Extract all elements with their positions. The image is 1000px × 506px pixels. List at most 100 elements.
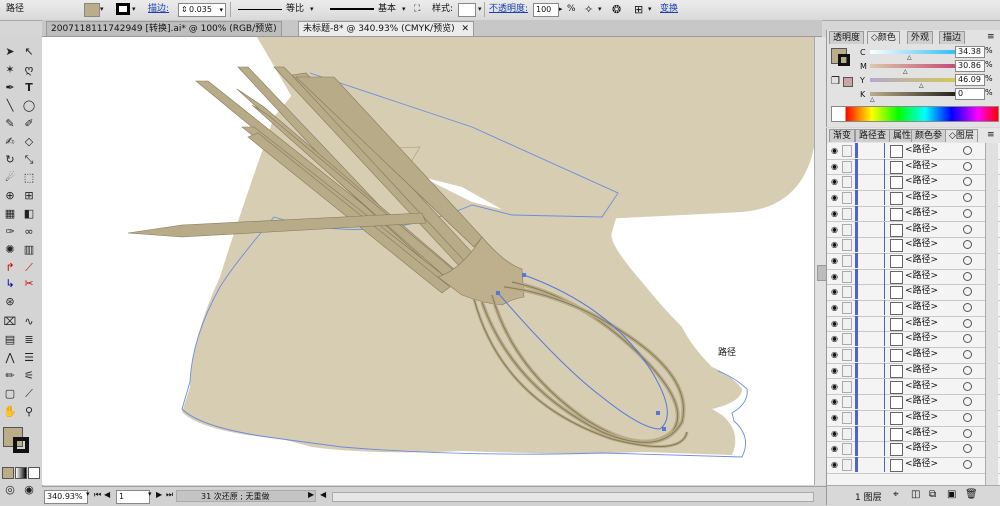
layer-row[interactable]: ◉ <路径> bbox=[827, 221, 1000, 239]
eye-icon[interactable]: ◉ bbox=[831, 366, 838, 375]
magic-wand-tool-icon[interactable]: ✶ bbox=[2, 63, 18, 77]
target-circle-icon[interactable] bbox=[963, 224, 972, 234]
perspective-grid-tool-icon[interactable]: ⊞ bbox=[21, 189, 37, 203]
black-value[interactable]: 0 bbox=[955, 88, 985, 100]
eye-icon[interactable]: ◉ bbox=[831, 319, 838, 328]
selection-tool-icon[interactable]: ➤ bbox=[2, 45, 18, 59]
slider-thumb-icon[interactable]: △ bbox=[919, 82, 924, 89]
lock-toggle[interactable] bbox=[842, 427, 852, 440]
tab-transparency[interactable]: 透明度 bbox=[829, 31, 865, 44]
tab-color[interactable]: ◇颜色 bbox=[867, 31, 900, 44]
eye-icon[interactable]: ◉ bbox=[831, 287, 838, 296]
stepper-icon[interactable]: ⇕ bbox=[181, 4, 188, 16]
anchor-point[interactable] bbox=[656, 411, 660, 415]
style-swatch[interactable] bbox=[458, 3, 476, 17]
layer-row[interactable]: ◉ <路径> bbox=[827, 252, 1000, 270]
target-circle-icon[interactable] bbox=[963, 146, 972, 155]
recolor-icon[interactable]: ✧ bbox=[584, 2, 593, 17]
first-page-icon[interactable]: ⏮ bbox=[94, 490, 101, 500]
target-circle-icon[interactable] bbox=[963, 397, 972, 407]
layer-row[interactable]: ◉ <路径> bbox=[827, 331, 1000, 349]
eraser-tool-icon[interactable]: ◇ bbox=[21, 135, 37, 149]
symbol-sprayer-tool-icon[interactable]: ✺ bbox=[2, 243, 18, 257]
gradient-tool-icon[interactable]: ◧ bbox=[21, 207, 37, 221]
lock-toggle[interactable] bbox=[842, 443, 852, 456]
draw-normal-icon[interactable]: ◎ bbox=[2, 483, 18, 497]
shape-builder-tool-icon[interactable]: ⊕ bbox=[2, 189, 18, 203]
list-tool-icon[interactable]: ☰ bbox=[21, 351, 37, 365]
hand-tool-icon[interactable]: ⊛ bbox=[2, 295, 18, 309]
chevron-down-icon[interactable]: ▾ bbox=[100, 2, 104, 17]
column-graph-tool-icon[interactable]: ▥ bbox=[21, 243, 37, 257]
paintbrush-tool-icon[interactable]: ✎ bbox=[2, 117, 18, 131]
transform-link[interactable]: 变换 bbox=[660, 2, 678, 17]
layers-scrollbar[interactable] bbox=[985, 143, 998, 485]
eye-icon[interactable]: ◉ bbox=[831, 272, 838, 281]
color-spectrum[interactable] bbox=[831, 106, 999, 122]
target-circle-icon[interactable] bbox=[963, 255, 972, 265]
tab-layers[interactable]: ◇图层 bbox=[945, 129, 978, 142]
layer-row[interactable]: ◉ <路径> bbox=[827, 457, 1000, 474]
eye-icon[interactable]: ◉ bbox=[831, 444, 838, 453]
measure-tool-icon[interactable]: ✏ bbox=[2, 369, 18, 383]
stroke-swatch[interactable] bbox=[838, 54, 850, 66]
target-circle-icon[interactable] bbox=[963, 318, 972, 328]
chevron-down-icon[interactable]: ▾ bbox=[310, 2, 314, 17]
layer-row[interactable]: ◉ <路径> bbox=[827, 205, 1000, 223]
artboard-tool-icon[interactable]: ↱ bbox=[2, 261, 18, 275]
pencil-tool-icon[interactable]: ✐ bbox=[21, 117, 37, 131]
target-circle-icon[interactable] bbox=[963, 444, 972, 454]
free-transform-tool-icon[interactable]: ⬚ bbox=[21, 171, 37, 185]
chevron-right-icon[interactable]: ▸ bbox=[559, 2, 563, 17]
layer-row[interactable]: ◉ <路径> bbox=[827, 425, 1000, 443]
frame-tool-icon[interactable]: ⌧ bbox=[2, 315, 18, 329]
anchor-point[interactable] bbox=[496, 291, 500, 295]
target-circle-icon[interactable] bbox=[963, 334, 972, 344]
eye-icon[interactable]: ◉ bbox=[831, 429, 838, 438]
cyan-value[interactable]: 34.38 bbox=[955, 46, 985, 58]
knife-tool-icon[interactable]: ⚟ bbox=[21, 369, 37, 383]
target-circle-icon[interactable] bbox=[963, 193, 972, 203]
target-circle-icon[interactable] bbox=[963, 428, 972, 438]
lock-toggle[interactable] bbox=[842, 364, 852, 377]
fill-swatch[interactable] bbox=[84, 3, 100, 17]
stroke-color-swatch[interactable] bbox=[13, 437, 29, 453]
yellow-value[interactable]: 46.09 bbox=[955, 74, 985, 86]
lock-toggle[interactable] bbox=[842, 333, 852, 346]
lock-toggle[interactable] bbox=[842, 270, 852, 283]
slider-thumb-icon[interactable]: △ bbox=[870, 96, 875, 103]
panel-menu-icon[interactable]: ≡ bbox=[987, 130, 995, 140]
eye-icon[interactable]: ◉ bbox=[831, 397, 838, 406]
delete-icon[interactable]: 🗑 bbox=[965, 489, 978, 500]
tab-document-1[interactable]: 20071181117429​49 [转换].ai* @ 100% (RGB/预… bbox=[46, 21, 282, 36]
pen-tool-icon[interactable]: ✒ bbox=[2, 81, 18, 95]
page-field[interactable]: 1 bbox=[116, 490, 150, 504]
layer-row[interactable]: ◉ <路径> bbox=[827, 237, 1000, 254]
isolate-icon[interactable]: ❂ bbox=[612, 2, 621, 17]
scissors-tool-icon[interactable]: ✂ bbox=[21, 277, 37, 291]
screen-mode-icon[interactable]: ◉ bbox=[21, 483, 37, 497]
chevron-down-icon[interactable]: ▾ bbox=[402, 2, 406, 17]
layer-row[interactable]: ◉ <路径> bbox=[827, 300, 1000, 317]
target-circle-icon[interactable] bbox=[963, 460, 972, 469]
ellipse-tool-icon[interactable]: ◯ bbox=[21, 99, 37, 113]
target-circle-icon[interactable] bbox=[963, 350, 972, 360]
magenta-value[interactable]: 30.86 bbox=[955, 60, 985, 72]
lock-toggle[interactable] bbox=[842, 223, 852, 236]
eye-icon[interactable]: ◉ bbox=[831, 350, 838, 359]
eye-icon[interactable]: ◉ bbox=[831, 240, 838, 249]
tab-color-guide[interactable]: 颜色参 bbox=[911, 129, 947, 142]
target-circle-icon[interactable] bbox=[963, 271, 972, 281]
target-circle-icon[interactable] bbox=[963, 365, 972, 375]
locate-object-icon[interactable]: ⌖ bbox=[893, 489, 899, 500]
graphic-style-icon[interactable]: ⛶ bbox=[414, 2, 420, 17]
stripe-tool-icon[interactable]: ≣ bbox=[21, 333, 37, 347]
lock-toggle[interactable] bbox=[842, 286, 852, 299]
layer-row[interactable]: ◉ <路径> bbox=[827, 347, 1000, 364]
lock-toggle[interactable] bbox=[842, 254, 852, 267]
panel-menu-icon[interactable]: ≡ bbox=[987, 32, 995, 42]
gradient-mode-icon[interactable] bbox=[15, 467, 27, 479]
anchor-point[interactable] bbox=[522, 273, 526, 277]
target-circle-icon[interactable] bbox=[963, 381, 972, 391]
hand-icon[interactable]: ✋ bbox=[2, 405, 18, 419]
